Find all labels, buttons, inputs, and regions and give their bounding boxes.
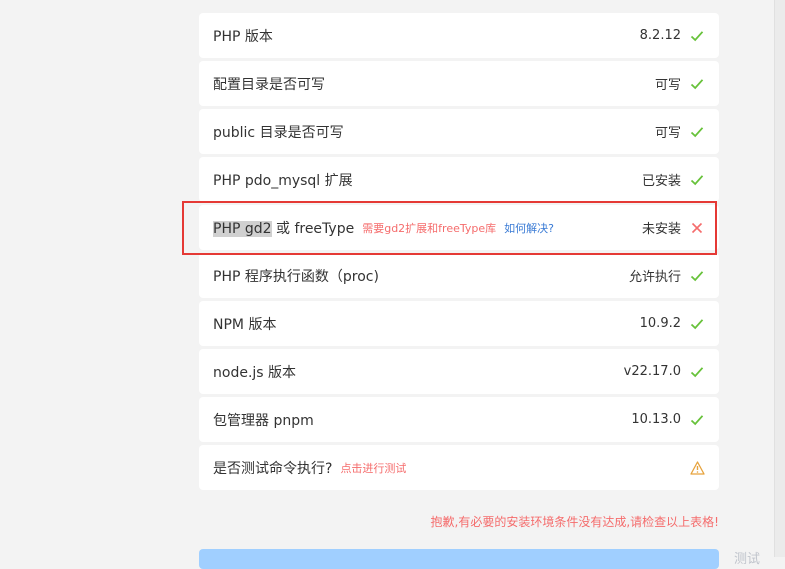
check-row-public-dir: public 目录是否可写 可写 (199, 109, 719, 154)
check-icon (689, 76, 705, 92)
check-name: node.js 版本 (213, 364, 297, 381)
check-name: PHP gd2 或 freeType (213, 218, 354, 238)
check-name: 包管理器 pnpm (213, 412, 314, 429)
check-row-proc: PHP 程序执行函数（proc) 允许执行 (199, 253, 719, 298)
check-row-php-version: PHP 版本 8.2.12 (199, 13, 719, 58)
how-to-fix-link[interactable]: 如何解决? (504, 220, 554, 236)
check-value: 允许执行 (628, 270, 681, 285)
error-summary-message: 抱歉,有必要的安装环境条件没有达成,请检查以上表格! (430, 515, 719, 529)
check-name: public 目录是否可写 (213, 124, 344, 141)
run-test-link[interactable]: 点击进行测试 (340, 460, 406, 476)
check-name: PHP 版本 (213, 28, 273, 45)
check-value: 可写 (654, 78, 681, 93)
check-icon (689, 364, 705, 380)
check-value: v22.17.0 (623, 364, 681, 379)
check-row-node-version: node.js 版本 v22.17.0 (199, 349, 719, 394)
check-name-rest: 或 freeType (271, 220, 355, 237)
error-tip: 需要gd2扩展和freeType库 (362, 221, 497, 235)
check-value: 可写 (654, 126, 681, 141)
check-row-npm-version: NPM 版本 10.9.2 (199, 301, 719, 346)
check-value: 10.13.0 (631, 412, 681, 427)
close-icon (689, 220, 705, 236)
environment-checklist: PHP 版本 8.2.12 配置目录是否可写 可写 public 目录是否可写 … (199, 13, 719, 493)
check-name: PHP pdo_mysql 扩展 (213, 172, 353, 189)
check-value: 未安装 (641, 222, 681, 237)
check-row-gd2-freetype: PHP gd2 或 freeType 需要gd2扩展和freeType库 如何解… (199, 205, 719, 250)
check-icon (689, 268, 705, 284)
check-icon (689, 412, 705, 428)
check-row-command-test: 是否测试命令执行? 点击进行测试 (199, 445, 719, 490)
check-value: 8.2.12 (639, 28, 681, 43)
check-row-config-dir: 配置目录是否可写 可写 (199, 61, 719, 106)
check-name: 配置目录是否可写 (213, 76, 325, 93)
check-row-pnpm: 包管理器 pnpm 10.13.0 (199, 397, 719, 442)
check-value: 已安装 (641, 174, 681, 189)
check-icon (689, 28, 705, 44)
check-icon (689, 124, 705, 140)
secondary-button-label[interactable]: 测试 (734, 548, 760, 567)
check-icon (689, 316, 705, 332)
scrollbar-track[interactable] (774, 0, 785, 557)
install-button[interactable] (199, 549, 719, 569)
check-row-pdo-mysql: PHP pdo_mysql 扩展 已安装 (199, 157, 719, 202)
check-name: PHP 程序执行函数（proc) (213, 268, 379, 285)
selected-text: PHP gd2 (213, 220, 272, 237)
check-icon (689, 172, 705, 188)
check-value: 10.9.2 (639, 316, 681, 331)
warning-icon (689, 460, 705, 476)
check-name: NPM 版本 (213, 316, 277, 333)
check-name: 是否测试命令执行? (213, 460, 333, 477)
